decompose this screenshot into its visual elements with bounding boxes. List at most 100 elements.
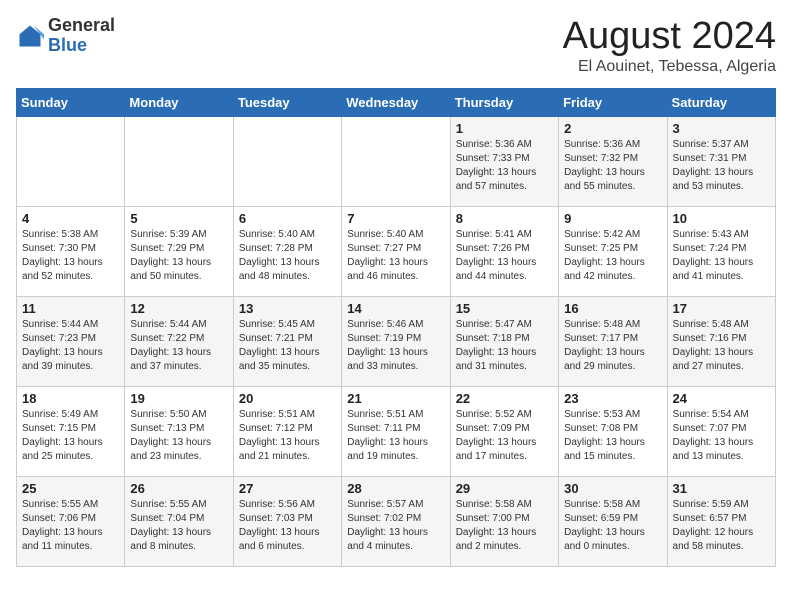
title-area: August 2024 El Aouinet, Tebessa, Algeria [563,16,776,76]
calendar-cell: 7Sunrise: 5:40 AMSunset: 7:27 PMDaylight… [342,206,450,296]
logo: General Blue [16,16,115,56]
day-number: 4 [22,211,119,226]
calendar-cell: 9 Sunrise: 5:42 AMSunset: 7:25 PMDaylight… [559,206,667,296]
calendar-cell: 16 Sunrise: 5:48 AMSunset: 7:17 PMDayligh… [559,296,667,386]
calendar-cell [17,116,125,206]
weekday-header-wednesday: Wednesday [342,88,450,116]
calendar-cell: 2 Sunrise: 5:36 AMSunset: 7:32 PMDaylight… [559,116,667,206]
day-number: 28 [347,481,444,496]
location-title: El Aouinet, Tebessa, Algeria [563,58,776,76]
header: General Blue August 2024 El Aouinet, Teb… [16,16,776,76]
day-number: 20 [239,391,336,406]
day-number: 1 [456,121,553,136]
calendar-cell: 15Sunrise: 5:47 AMSunset: 7:18 PMDayligh… [450,296,558,386]
day-info: Sunrise: 5:39 AMSunset: 7:29 PMDaylight:… [130,228,227,284]
calendar-cell: 29 Sunrise: 5:58 AMSunset: 7:00 PMDayligh… [450,476,558,566]
day-number: 31 [673,481,770,496]
day-info: Sunrise: 5:58 AMSunset: 7:00 PMDaylight:… [456,498,553,554]
day-number: 18 [22,391,119,406]
calendar-cell: 13 Sunrise: 5:45 AMSunset: 7:21 PMDayligh… [233,296,341,386]
day-info: Sunrise: 5:38 AMSunset: 7:30 PMDaylight:… [22,228,119,284]
calendar-cell: 6 Sunrise: 5:40 AMSunset: 7:28 PMDaylight… [233,206,341,296]
day-number: 24 [673,391,770,406]
logo-icon [16,22,44,50]
day-number: 3 [673,121,770,136]
calendar-cell: 14 Sunrise: 5:46 AMSunset: 7:19 PMDayligh… [342,296,450,386]
weekday-header-thursday: Thursday [450,88,558,116]
weekday-header-monday: Monday [125,88,233,116]
day-info: Sunrise: 5:41 AMSunset: 7:26 PMDaylight:… [456,228,553,284]
day-number: 9 [564,211,661,226]
calendar-cell: 12 Sunrise: 5:44 AMSunset: 7:22 PMDayligh… [125,296,233,386]
day-info: Sunrise: 5:37 AMSunset: 7:31 PMDaylight:… [673,138,770,194]
calendar-cell: 1 Sunrise: 5:36 AMSunset: 7:33 PMDaylight… [450,116,558,206]
day-number: 30 [564,481,661,496]
calendar-cell: 30 Sunrise: 5:58 AMSunset: 6:59 PMDayligh… [559,476,667,566]
day-number: 8 [456,211,553,226]
week-row-4: 18Sunrise: 5:49 AMSunset: 7:15 PMDayligh… [17,386,776,476]
day-info: Sunrise: 5:48 AMSunset: 7:16 PMDaylight:… [673,318,770,374]
calendar-cell: 4 Sunrise: 5:38 AMSunset: 7:30 PMDaylight… [17,206,125,296]
calendar-cell: 11Sunrise: 5:44 AMSunset: 7:23 PMDayligh… [17,296,125,386]
day-number: 15 [456,301,553,316]
week-row-5: 25Sunrise: 5:55 AMSunset: 7:06 PMDayligh… [17,476,776,566]
calendar-cell: 17 Sunrise: 5:48 AMSunset: 7:16 PMDayligh… [667,296,775,386]
calendar-cell: 18Sunrise: 5:49 AMSunset: 7:15 PMDayligh… [17,386,125,476]
calendar-cell: 20 Sunrise: 5:51 AMSunset: 7:12 PMDayligh… [233,386,341,476]
day-info: Sunrise: 5:59 AMSunset: 6:57 PMDaylight:… [673,498,770,554]
day-number: 26 [130,481,227,496]
day-number: 29 [456,481,553,496]
day-info: Sunrise: 5:40 AMSunset: 7:28 PMDaylight:… [239,228,336,284]
day-number: 6 [239,211,336,226]
weekday-header-sunday: Sunday [17,88,125,116]
day-info: Sunrise: 5:43 AMSunset: 7:24 PMDaylight:… [673,228,770,284]
day-info: Sunrise: 5:58 AMSunset: 6:59 PMDaylight:… [564,498,661,554]
day-number: 16 [564,301,661,316]
day-info: Sunrise: 5:54 AMSunset: 7:07 PMDaylight:… [673,408,770,464]
day-info: Sunrise: 5:55 AMSunset: 7:06 PMDaylight:… [22,498,119,554]
day-info: Sunrise: 5:36 AMSunset: 7:32 PMDaylight:… [564,138,661,194]
calendar-cell: 24 Sunrise: 5:54 AMSunset: 7:07 PMDayligh… [667,386,775,476]
day-number: 27 [239,481,336,496]
weekday-header-saturday: Saturday [667,88,775,116]
week-row-1: 1 Sunrise: 5:36 AMSunset: 7:33 PMDaylight… [17,116,776,206]
day-number: 17 [673,301,770,316]
day-number: 23 [564,391,661,406]
logo-general-text: General [48,15,115,35]
day-number: 2 [564,121,661,136]
calendar-cell [125,116,233,206]
day-info: Sunrise: 5:51 AMSunset: 7:11 PMDaylight:… [347,408,444,464]
day-info: Sunrise: 5:55 AMSunset: 7:04 PMDaylight:… [130,498,227,554]
day-number: 21 [347,391,444,406]
day-info: Sunrise: 5:51 AMSunset: 7:12 PMDaylight:… [239,408,336,464]
day-info: Sunrise: 5:46 AMSunset: 7:19 PMDaylight:… [347,318,444,374]
day-info: Sunrise: 5:44 AMSunset: 7:22 PMDaylight:… [130,318,227,374]
day-info: Sunrise: 5:53 AMSunset: 7:08 PMDaylight:… [564,408,661,464]
logo-text: General Blue [48,16,115,56]
day-info: Sunrise: 5:42 AMSunset: 7:25 PMDaylight:… [564,228,661,284]
calendar-cell: 21 Sunrise: 5:51 AMSunset: 7:11 PMDayligh… [342,386,450,476]
day-number: 22 [456,391,553,406]
calendar-cell: 3 Sunrise: 5:37 AMSunset: 7:31 PMDaylight… [667,116,775,206]
month-title: August 2024 [563,16,776,58]
day-number: 10 [673,211,770,226]
weekday-header-row: SundayMondayTuesdayWednesdayThursdayFrid… [17,88,776,116]
day-number: 19 [130,391,227,406]
day-number: 14 [347,301,444,316]
day-info: Sunrise: 5:40 AMSunset: 7:27 PMDaylight:… [347,228,444,284]
day-number: 12 [130,301,227,316]
week-row-3: 11Sunrise: 5:44 AMSunset: 7:23 PMDayligh… [17,296,776,386]
calendar-cell: 31 Sunrise: 5:59 AMSunset: 6:57 PMDayligh… [667,476,775,566]
calendar-cell: 26 Sunrise: 5:55 AMSunset: 7:04 PMDayligh… [125,476,233,566]
weekday-header-tuesday: Tuesday [233,88,341,116]
week-row-2: 4 Sunrise: 5:38 AMSunset: 7:30 PMDaylight… [17,206,776,296]
calendar-cell: 22Sunrise: 5:52 AMSunset: 7:09 PMDayligh… [450,386,558,476]
calendar-cell: 19 Sunrise: 5:50 AMSunset: 7:13 PMDayligh… [125,386,233,476]
day-info: Sunrise: 5:45 AMSunset: 7:21 PMDaylight:… [239,318,336,374]
day-number: 13 [239,301,336,316]
calendar-table: SundayMondayTuesdayWednesdayThursdayFrid… [16,88,776,567]
day-info: Sunrise: 5:50 AMSunset: 7:13 PMDaylight:… [130,408,227,464]
day-info: Sunrise: 5:48 AMSunset: 7:17 PMDaylight:… [564,318,661,374]
day-info: Sunrise: 5:36 AMSunset: 7:33 PMDaylight:… [456,138,553,194]
calendar-cell: 8 Sunrise: 5:41 AMSunset: 7:26 PMDaylight… [450,206,558,296]
